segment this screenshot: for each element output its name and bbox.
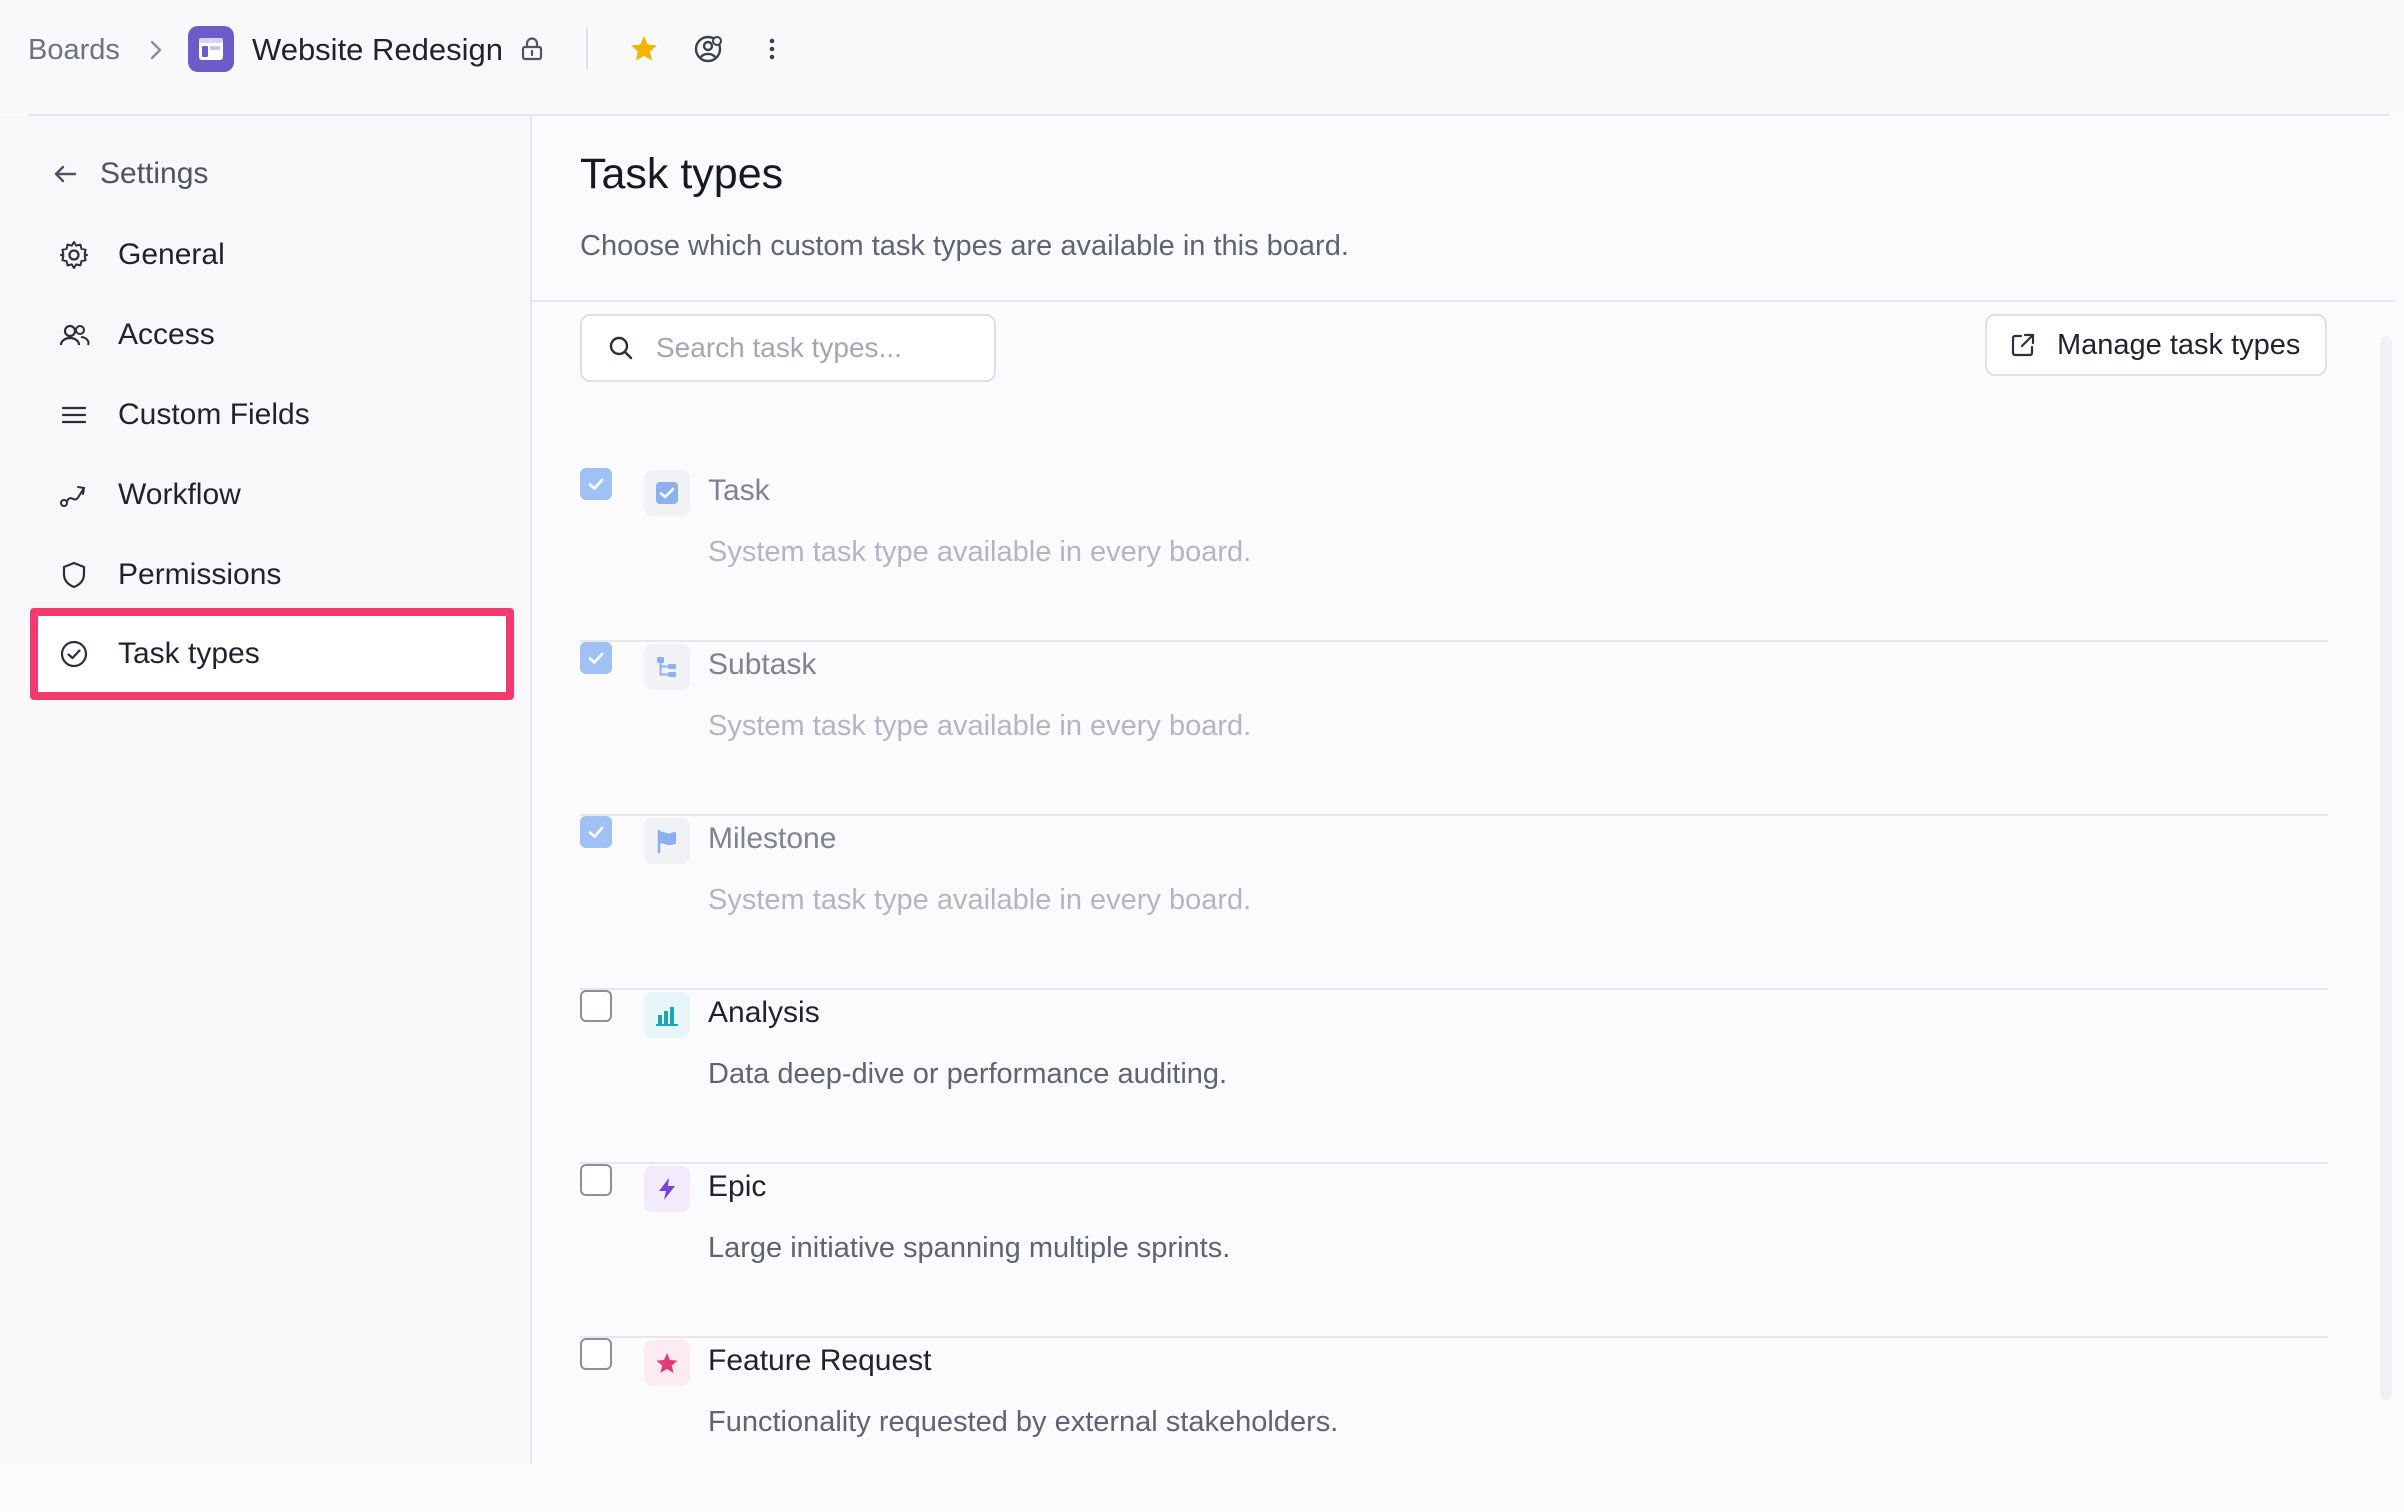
board-icon [188, 26, 234, 72]
users-icon [59, 324, 90, 346]
board-title[interactable]: Website Redesign [252, 30, 503, 70]
shield-icon [62, 561, 86, 589]
scrollbar[interactable] [2380, 336, 2392, 1400]
sidebar-item-label: Permissions [118, 558, 282, 591]
search-input[interactable] [654, 331, 988, 365]
sidebar-item-task-types[interactable]: Task types [30, 608, 514, 700]
sidebar-item-label: Custom Fields [118, 398, 310, 431]
watch-icon[interactable] [692, 33, 724, 65]
task-type-checkbox[interactable] [580, 1164, 612, 1196]
task-check-icon [644, 470, 690, 516]
check-icon [588, 478, 604, 490]
list-icon [61, 406, 87, 424]
task-type-row: Feature Request Functionality requested … [580, 1338, 2328, 1512]
bar-chart-icon [644, 992, 690, 1038]
lock-icon[interactable] [518, 35, 546, 63]
chevron-right-icon [142, 36, 170, 64]
check-circle-icon [60, 640, 88, 668]
sidebar-item-label: Workflow [118, 478, 241, 511]
arrow-left-icon [54, 165, 77, 183]
favorite-star-icon[interactable] [628, 33, 660, 65]
header-divider [532, 300, 2394, 302]
task-type-description: Functionality requested by external stak… [708, 1406, 1339, 1438]
task-type-row: Analysis Data deep-dive or performance a… [580, 990, 2328, 1164]
more-vertical-icon[interactable] [758, 33, 786, 65]
sidebar-item-label: Task types [118, 637, 260, 670]
task-types-panel: Task types Choose which custom task type… [532, 116, 2404, 1464]
star-icon [644, 1340, 690, 1386]
task-type-checkbox[interactable] [580, 816, 612, 848]
task-type-name: Epic [708, 1170, 767, 1203]
page-title: Task types [580, 150, 784, 198]
settings-label: Settings [100, 157, 209, 190]
task-type-name: Analysis [708, 996, 820, 1029]
manage-task-types-button[interactable]: Manage task types [1985, 314, 2327, 376]
task-type-row: Milestone System task type available in … [580, 816, 2328, 990]
task-type-description: System task type available in every boar… [708, 536, 1252, 568]
back-to-settings[interactable]: Settings [50, 152, 208, 196]
lightning-icon [644, 1166, 690, 1212]
sidebar-item-workflow[interactable]: Workflow [30, 460, 514, 530]
search-icon [609, 336, 633, 360]
breadcrumb-boards[interactable]: Boards [28, 30, 120, 70]
task-type-name: Feature Request [708, 1344, 932, 1377]
manage-task-types-label: Manage task types [2057, 328, 2301, 361]
task-type-row: Epic Large initiative spanning multiple … [580, 1164, 2328, 1338]
sidebar-item-general[interactable]: General [30, 220, 514, 290]
task-type-name: Task [708, 474, 770, 507]
task-type-checkbox[interactable] [580, 642, 612, 674]
task-type-description: Data deep-dive or performance auditing. [708, 1058, 1228, 1090]
external-link-icon [2011, 333, 2035, 357]
check-icon [588, 652, 604, 664]
gear-icon [60, 241, 88, 269]
check-icon [588, 826, 604, 838]
task-type-description: System task type available in every boar… [708, 710, 1252, 742]
task-type-name: Subtask [708, 648, 817, 681]
settings-sidebar: Settings General Access Custom Fields Wo… [0, 116, 532, 1464]
task-type-checkbox[interactable] [580, 468, 612, 500]
subtask-icon [644, 644, 690, 690]
toolbar-divider [586, 28, 588, 70]
sidebar-item-label: Access [118, 318, 215, 351]
sidebar-item-permissions[interactable]: Permissions [30, 540, 514, 610]
task-type-checkbox[interactable] [580, 1338, 612, 1370]
search-box [580, 314, 996, 382]
task-type-name: Milestone [708, 822, 837, 855]
workflow-icon [60, 486, 86, 507]
task-type-description: System task type available in every boar… [708, 884, 1252, 916]
sidebar-item-access[interactable]: Access [30, 300, 514, 370]
task-type-row: Subtask System task type available in ev… [580, 642, 2328, 816]
top-bar: Boards Website Redesign [0, 0, 2404, 114]
page-subtitle: Choose which custom task types are avail… [580, 230, 1349, 262]
task-type-description: Large initiative spanning multiple sprin… [708, 1232, 1231, 1264]
sidebar-item-label: General [118, 238, 225, 271]
sidebar-item-custom-fields[interactable]: Custom Fields [30, 380, 514, 450]
task-type-checkbox[interactable] [580, 990, 612, 1022]
task-type-row: Task System task type available in every… [580, 468, 2328, 642]
flag-icon [644, 818, 690, 864]
